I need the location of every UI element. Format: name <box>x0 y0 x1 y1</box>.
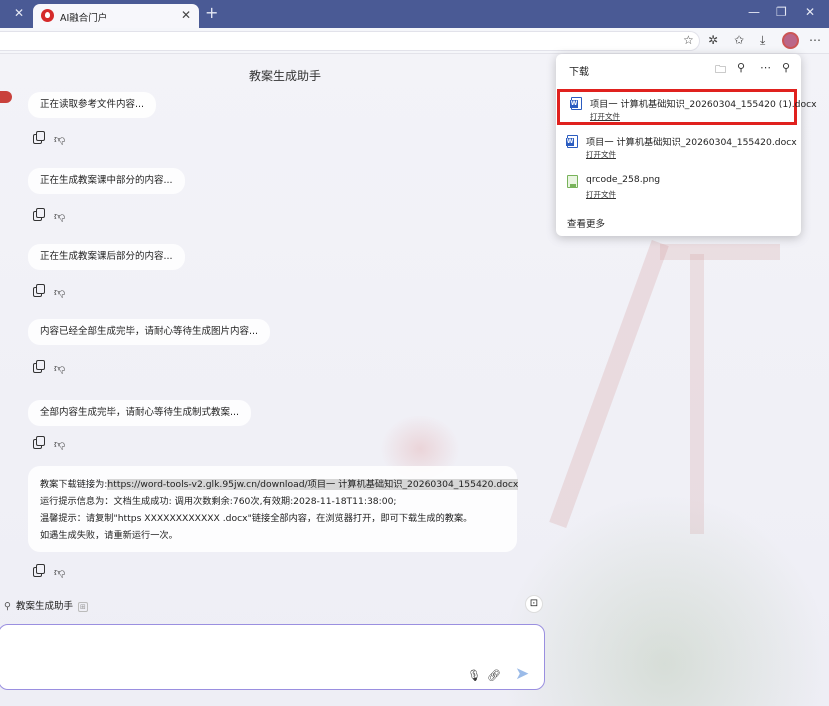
copy-icon[interactable] <box>33 208 45 221</box>
downloads-title: 下载 <box>569 67 589 78</box>
browser-toolbar: ☆ ✲ ✩ ⤓ ⋯ <box>0 28 829 54</box>
copy-icon[interactable] <box>33 360 45 373</box>
thumbs-down-icon[interactable]: 👎︎ <box>54 287 66 299</box>
download-link-message: 教案下载链接为:https://word-tools-v2.glk.95jw.c… <box>28 466 519 552</box>
chat-message: 正在生成教案课后部分的内容... <box>28 244 185 270</box>
site-favicon-icon <box>41 9 54 22</box>
pin-panel-icon[interactable]: ⚲ <box>782 61 790 74</box>
message-actions: 👎︎ <box>33 564 75 579</box>
favorites-icon[interactable]: ✩ <box>734 33 744 47</box>
microphone-icon[interactable]: 🎙︎ <box>467 669 481 682</box>
message-actions: 👎︎ <box>33 436 75 451</box>
thumbs-down-icon[interactable]: 👎︎ <box>54 439 66 451</box>
retry-line: 如遇生成失败，请重新运行一次。 <box>40 530 178 541</box>
favorite-star-icon[interactable]: ☆ <box>683 33 694 47</box>
copy-icon[interactable] <box>33 564 45 577</box>
agent-chip[interactable]: ⚲ 教案生成助手 ⊞ <box>0 598 88 614</box>
window-close-icon[interactable]: ✕ <box>805 5 815 19</box>
more-options-icon[interactable]: ⋯ <box>760 61 771 74</box>
chat-message: 正在读取参考文件内容... <box>28 92 157 118</box>
download-item[interactable]: qrcode_258.png 打开文件 <box>556 170 801 206</box>
download-link-line: 教案下载链接为:https://word-tools-v2.glk.95jw.c… <box>40 476 519 493</box>
download-file-name: qrcode_258.png <box>586 174 661 185</box>
search-icon[interactable]: ⚲ <box>737 61 745 74</box>
download-item[interactable]: 项目一 计算机基础知识_20260304_155420.docx 打开文件 <box>556 130 801 166</box>
chat-message: 内容已经全部生成完毕，请耐心等待生成图片内容... <box>28 319 271 345</box>
copy-icon[interactable] <box>33 436 45 449</box>
toolbox-button[interactable]: ⊡ <box>525 595 543 613</box>
background-building <box>690 254 704 534</box>
tip-line: 温馨提示：请复制"https XXXXXXXXXXXX .docx"链接全部内容… <box>40 513 473 524</box>
chat-message: 全部内容生成完毕，请耐心等待生成制式教案... <box>28 400 252 426</box>
restore-icon[interactable]: ❐ <box>776 5 787 19</box>
background-trees <box>500 494 829 706</box>
message-actions: 👎︎ <box>33 208 75 223</box>
pin-icon: ⚲ <box>4 601 11 612</box>
browser-titlebar: ✕ AI融合门户 ✕ + — ❐ ✕ <box>0 0 829 28</box>
chat-message: 正在生成教案课中部分的内容... <box>28 168 185 194</box>
more-menu-icon[interactable]: ⋯ <box>809 33 821 47</box>
see-more-link[interactable]: 查看更多 <box>567 216 605 230</box>
copy-icon[interactable] <box>33 131 45 144</box>
open-file-link[interactable]: 打开文件 <box>586 149 616 160</box>
new-tab-button[interactable]: + <box>205 3 218 22</box>
attach-link-icon[interactable]: 🔗︎ <box>487 669 501 682</box>
message-actions: 👎︎ <box>33 360 75 375</box>
downloads-icon[interactable]: ⤓ <box>760 33 765 48</box>
message-actions: 👎︎ <box>33 284 75 299</box>
status-line: 运行提示信息为：文档生成成功: 调用次数剩余:760次,有效期:2028-11-… <box>40 496 397 507</box>
thumbs-down-icon[interactable]: 👎︎ <box>54 134 66 146</box>
page-title: 教案生成助手 <box>248 69 321 83</box>
download-link-label: 教案下载链接为: <box>40 479 108 490</box>
bot-avatar <box>0 91 12 103</box>
background-building <box>660 244 780 260</box>
download-link-url[interactable]: https://word-tools-v2.glk.95jw.cn/downlo… <box>107 479 519 490</box>
close-tab-icon[interactable]: ✕ <box>181 8 191 22</box>
agent-chip-badge: ⊞ <box>78 602 88 612</box>
open-file-link[interactable]: 打开文件 <box>586 189 616 200</box>
word-file-icon <box>570 97 582 110</box>
profile-avatar[interactable] <box>782 32 799 49</box>
image-file-icon <box>567 175 578 188</box>
thumbs-down-icon[interactable]: 👎︎ <box>54 363 66 375</box>
download-file-name: 项目一 计算机基础知识_20260304_155420.docx <box>586 137 797 148</box>
open-file-link[interactable]: 打开文件 <box>590 111 620 122</box>
thumbs-down-icon[interactable]: 👎︎ <box>54 211 66 223</box>
send-icon[interactable]: ➤ <box>515 664 529 684</box>
message-input[interactable]: 🎙︎ 🔗︎ ➤ <box>0 624 545 690</box>
word-file-icon <box>566 135 578 148</box>
background-building <box>549 239 669 529</box>
extensions-icon[interactable]: ✲ <box>708 33 718 47</box>
browser-tab-active[interactable]: AI融合门户 ✕ <box>33 4 199 28</box>
downloads-panel: 下载 🗀 ⚲ ⋯ ⚲ 项目一 计算机基础知识_20260304_155420 (… <box>556 54 817 236</box>
minimize-icon[interactable]: — <box>748 5 760 19</box>
copy-icon[interactable] <box>33 284 45 297</box>
tab-title: AI融合门户 <box>60 13 108 24</box>
open-folder-icon[interactable]: 🗀 <box>715 61 726 80</box>
download-item[interactable]: 项目一 计算机基础知识_20260304_155420 (1).docx 打开文… <box>557 89 817 125</box>
download-file-name: 项目一 计算机基础知识_20260304_155420 (1).docx <box>590 99 817 110</box>
close-tab-icon[interactable]: ✕ <box>14 6 24 20</box>
message-actions: 👎︎ <box>33 131 75 146</box>
agent-chip-label: 教案生成助手 <box>16 601 74 612</box>
address-bar[interactable] <box>0 31 700 51</box>
thumbs-down-icon[interactable]: 👎︎ <box>54 567 66 579</box>
